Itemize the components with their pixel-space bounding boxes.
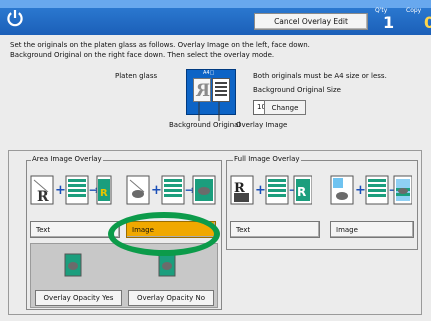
platen-glass-label: Platen glass [115,72,158,80]
overlay-sheet-icon: R [193,78,211,102]
svg-text:R: R [297,185,306,199]
top-bar-highlight [0,0,431,8]
full-image-overlay-icon: + → [330,175,412,205]
background-original-label: Background Original [169,121,241,129]
instruction-line-1: Set the originals on the platen glass as… [10,41,310,49]
overlay-opacity-no-button[interactable]: Overlay Opacity No [128,290,214,306]
svg-text:+: + [55,183,66,198]
change-size-button[interactable]: Change [264,100,306,115]
area-text-overlay-icon: R + → R [30,175,112,205]
svg-text:+: + [355,183,366,198]
full-text-button[interactable]: Text [230,221,320,238]
qty-value: 1 [383,13,395,32]
lines-icon [215,82,227,96]
platen-size-tag: A4□ [203,70,215,76]
overlay-edit-screen: Cancel Overlay Edit Q'ty 1 Copy 0 Set th… [0,0,431,321]
background-size-label: Background Original Size [253,86,341,94]
opacity-yes-icon [64,253,82,277]
copy-value: 0 [424,13,431,32]
svg-text:R: R [100,188,108,199]
highlight-circle [108,212,220,256]
area-image-overlay-icon: + → [126,175,216,205]
background-sheet-icon [212,78,230,102]
full-image-button[interactable]: Image [330,221,414,238]
instructions: Set the originals on the platen glass as… [10,40,390,60]
area-text-button[interactable]: Text [30,221,120,238]
full-image-overlay-title: Full Image Overlay [233,155,301,163]
instruction-line-2: Background Original on the right face do… [10,51,275,59]
svg-text:+: + [151,183,162,198]
area-image-overlay-title: Area Image Overlay [31,155,103,163]
cancel-overlay-edit-button[interactable]: Cancel Overlay Edit [254,13,368,30]
top-bar: Cancel Overlay Edit Q'ty 1 Copy 0 [0,0,431,35]
opacity-no-icon [158,253,176,277]
overlay-letter: R [196,81,211,101]
overlay-opacity-yes-button[interactable]: Overlay Opacity Yes [35,290,122,306]
svg-text:R: R [37,189,49,205]
copy-label: Copy [406,7,422,14]
full-text-overlay-icon: R + → R [230,175,312,205]
overlay-image-label: Overlay Image [236,121,288,129]
svg-text:+: + [255,183,266,198]
size-note: Both originals must be A4 size or less. [253,72,387,80]
power-icon[interactable] [5,8,25,28]
